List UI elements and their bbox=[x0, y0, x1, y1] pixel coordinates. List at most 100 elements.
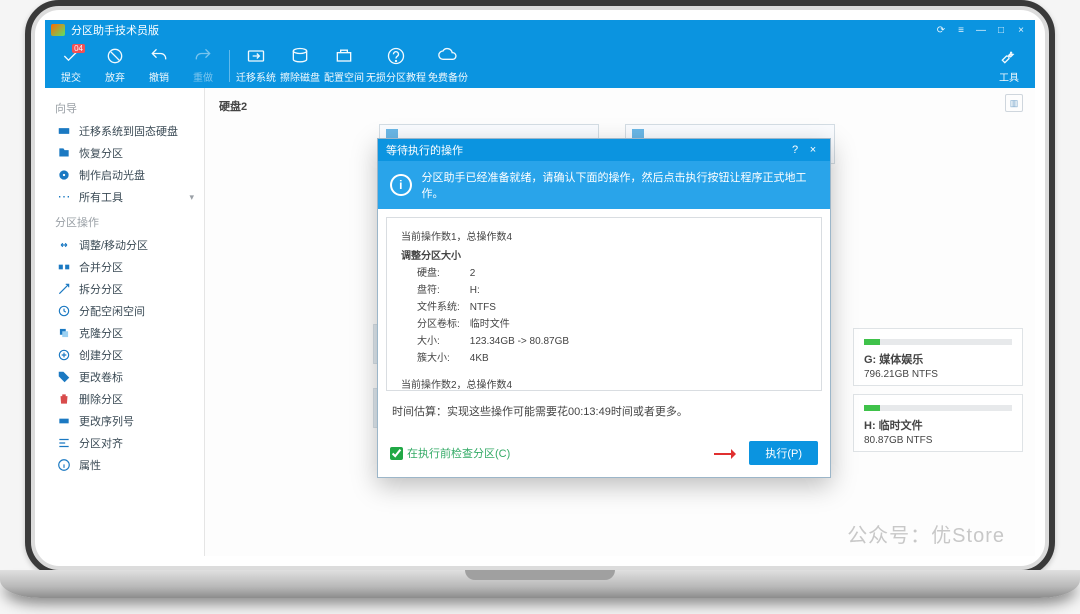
allocate-label: 配置空间 bbox=[324, 69, 364, 84]
sidebar-item-label: 恢复分区 bbox=[79, 145, 123, 161]
allocate-icon bbox=[334, 46, 354, 66]
migrate-label: 迁移系统 bbox=[236, 69, 276, 84]
redo-button[interactable]: 重做 bbox=[181, 42, 225, 88]
commit-label: 提交 bbox=[61, 69, 81, 84]
wipe-label: 擦除磁盘 bbox=[280, 69, 320, 84]
checkbox-label: 在执行前检查分区(C) bbox=[407, 445, 510, 461]
sidebar-item-label: 更改卷标 bbox=[79, 369, 123, 385]
app-titlebar: 分区助手技术员版 ⟳ ≡ — □ × bbox=[45, 20, 1035, 40]
maximize-icon[interactable]: □ bbox=[993, 22, 1009, 38]
sidebar-item-freespace[interactable]: 分配空闲空间 bbox=[45, 300, 204, 322]
view-toggle-icon[interactable]: ▥ bbox=[1005, 94, 1023, 112]
sidebar-item-bootdisc[interactable]: 制作启动光盘 bbox=[45, 164, 204, 186]
undo-icon bbox=[149, 46, 169, 66]
menu-icon[interactable]: ≡ bbox=[953, 22, 969, 38]
app-toolbar: 提交 放弃 撤销 重做 迁移系统 擦除磁盘 配置空间 无损分区教程 bbox=[45, 40, 1035, 88]
dialog-close-icon[interactable]: × bbox=[804, 144, 822, 156]
usage-bar bbox=[864, 339, 1012, 345]
dialog-op-list[interactable]: 当前操作数1，总操作数4 调整分区大小 硬盘:2 盘符:H: 文件系统:NTFS… bbox=[386, 217, 822, 391]
create-icon bbox=[57, 348, 71, 362]
app-body: 向导 迁移系统到固态硬盘 恢复分区 制作启动光盘 ⋯所有工具▾ 分区操作 调整/… bbox=[45, 88, 1035, 556]
dialog-help-icon[interactable]: ? bbox=[786, 144, 804, 156]
sidebar-item-label: 调整/移动分区 bbox=[79, 237, 148, 253]
op-counter: 当前操作数2，总操作数4 bbox=[401, 378, 813, 391]
app-screen: 分区助手技术员版 ⟳ ≡ — □ × 提交 放弃 撤销 重做 迁移系统 bbox=[45, 20, 1035, 556]
recover-icon bbox=[57, 146, 71, 160]
discard-button[interactable]: 放弃 bbox=[93, 42, 137, 88]
sidebar-item-label: 迁移系统到固态硬盘 bbox=[79, 123, 178, 139]
dialog-titlebar: 等待执行的操作 ? × bbox=[378, 139, 830, 161]
disk-title: 硬盘2 bbox=[219, 98, 1023, 114]
check-before-exec-checkbox[interactable] bbox=[390, 447, 403, 460]
sidebar-item-align[interactable]: 分区对齐 bbox=[45, 432, 204, 454]
app-title: 分区助手技术员版 bbox=[71, 22, 159, 38]
sidebar-item-migrate-ssd[interactable]: 迁移系统到固态硬盘 bbox=[45, 120, 204, 142]
tutorial-icon bbox=[386, 46, 406, 66]
sidebar-item-recover[interactable]: 恢复分区 bbox=[45, 142, 204, 164]
tools-label: 工具 bbox=[999, 69, 1019, 84]
redo-icon bbox=[193, 46, 213, 66]
dialog-banner: i 分区助手已经准备就绪，请确认下面的操作，然后点击执行按钮让程序正式地工作。 bbox=[378, 161, 830, 209]
dialog-footer: 在执行前检查分区(C) 执行(P) bbox=[378, 433, 830, 477]
refresh-icon[interactable]: ⟳ bbox=[933, 22, 949, 38]
tutorial-button[interactable]: 无损分区教程 bbox=[366, 42, 426, 88]
sidebar-item-alltools[interactable]: ⋯所有工具▾ bbox=[45, 186, 204, 208]
undo-button[interactable]: 撤销 bbox=[137, 42, 181, 88]
ssd-icon bbox=[57, 124, 71, 138]
check-before-exec[interactable]: 在执行前检查分区(C) bbox=[390, 445, 510, 461]
op-counter: 当前操作数1，总操作数4 bbox=[401, 230, 813, 245]
wipe-icon bbox=[290, 46, 310, 66]
partition-card-h[interactable]: H: 临时文件 80.87GB NTFS bbox=[853, 394, 1023, 452]
sidebar-item-properties[interactable]: 属性 bbox=[45, 454, 204, 476]
usage-bar bbox=[864, 405, 1012, 411]
sidebar-item-merge[interactable]: 合并分区 bbox=[45, 256, 204, 278]
wipe-button[interactable]: 擦除磁盘 bbox=[278, 42, 322, 88]
info-circle-icon: i bbox=[390, 174, 412, 196]
sidebar-item-label[interactable]: 更改卷标 bbox=[45, 366, 204, 388]
app-logo-icon bbox=[51, 24, 65, 36]
toolbar-separator bbox=[229, 50, 230, 82]
sidebar: 向导 迁移系统到固态硬盘 恢复分区 制作启动光盘 ⋯所有工具▾ 分区操作 调整/… bbox=[45, 88, 205, 556]
tutorial-label: 无损分区教程 bbox=[366, 69, 426, 84]
tools-button[interactable]: 工具 bbox=[987, 42, 1031, 88]
sidebar-item-label: 拆分分区 bbox=[79, 281, 123, 297]
time-estimate: 时间估算：实现这些操作可能需要花00:13:49时间或者更多。 bbox=[378, 399, 830, 433]
card-subtitle: 796.21GB NTFS bbox=[864, 369, 1012, 380]
merge-icon bbox=[57, 260, 71, 274]
align-icon bbox=[57, 436, 71, 450]
sidebar-item-delete[interactable]: 删除分区 bbox=[45, 388, 204, 410]
execute-button[interactable]: 执行(P) bbox=[749, 441, 818, 465]
sidebar-group-ops: 分区操作 bbox=[45, 208, 204, 234]
info-icon bbox=[57, 458, 71, 472]
serial-icon bbox=[57, 414, 71, 428]
sidebar-item-label: 属性 bbox=[79, 457, 101, 473]
partition-card-g[interactable]: G: 媒体娱乐 796.21GB NTFS bbox=[853, 328, 1023, 386]
sidebar-item-clone[interactable]: 克隆分区 bbox=[45, 322, 204, 344]
chevron-down-icon: ▾ bbox=[189, 192, 194, 203]
sidebar-item-split[interactable]: 拆分分区 bbox=[45, 278, 204, 300]
tag-icon bbox=[57, 370, 71, 384]
discard-label: 放弃 bbox=[105, 69, 125, 84]
watermark: 公众号：优Store bbox=[847, 519, 1005, 548]
clone-icon bbox=[57, 326, 71, 340]
sidebar-item-resize[interactable]: 调整/移动分区 bbox=[45, 234, 204, 256]
arrow-annotation-icon bbox=[714, 445, 741, 461]
allocate-button[interactable]: 配置空间 bbox=[322, 42, 366, 88]
card-subtitle: 80.87GB NTFS bbox=[864, 435, 1012, 446]
minimize-icon[interactable]: — bbox=[973, 22, 989, 38]
dialog-banner-text: 分区助手已经准备就绪，请确认下面的操作，然后点击执行按钮让程序正式地工作。 bbox=[422, 169, 818, 201]
commit-button[interactable]: 提交 bbox=[49, 42, 93, 88]
sidebar-item-serial[interactable]: 更改序列号 bbox=[45, 410, 204, 432]
sidebar-item-label: 克隆分区 bbox=[79, 325, 123, 341]
undo-label: 撤销 bbox=[149, 69, 169, 84]
sidebar-item-label: 更改序列号 bbox=[79, 413, 134, 429]
discard-icon bbox=[105, 46, 125, 66]
backup-button[interactable]: 免费备份 bbox=[426, 42, 470, 88]
laptop-base bbox=[0, 570, 1080, 598]
commit-icon bbox=[61, 46, 81, 66]
migrate-button[interactable]: 迁移系统 bbox=[234, 42, 278, 88]
delete-icon bbox=[57, 392, 71, 406]
backup-icon bbox=[438, 46, 458, 66]
sidebar-item-create[interactable]: 创建分区 bbox=[45, 344, 204, 366]
close-icon[interactable]: × bbox=[1013, 22, 1029, 38]
